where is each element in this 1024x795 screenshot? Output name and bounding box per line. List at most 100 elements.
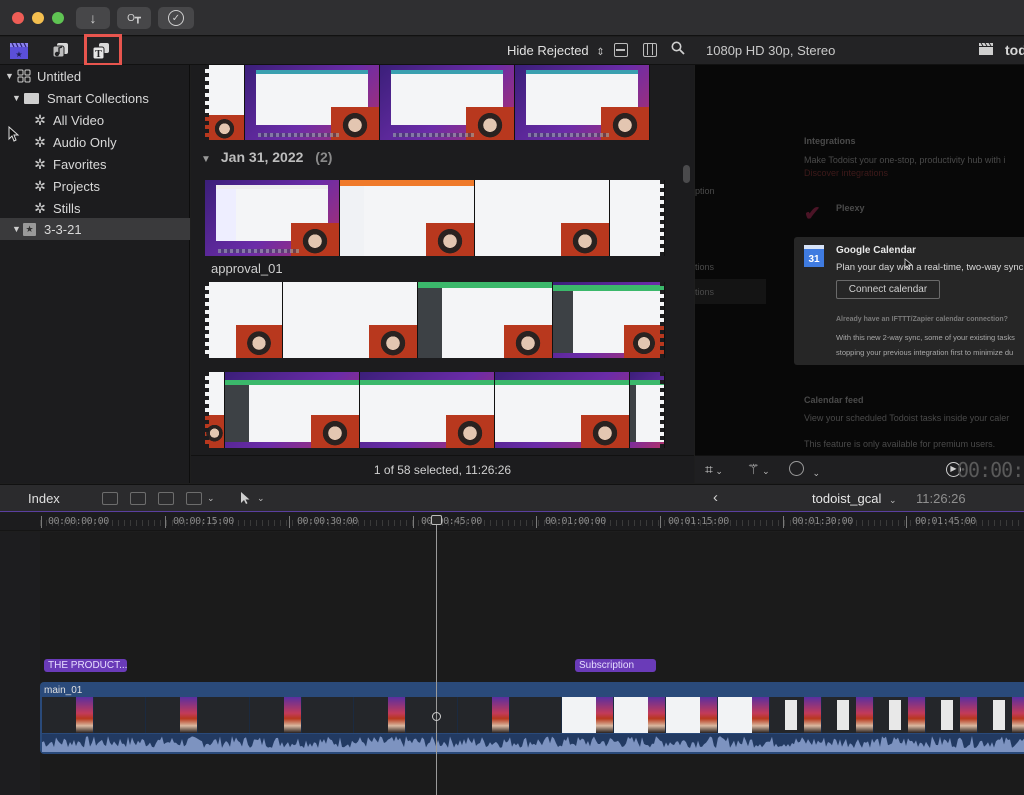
connect-calendar-button[interactable]: Connect calendar <box>836 280 940 299</box>
browser-status-bar: 1 of 58 selected, 11:26:26 <box>191 455 694 483</box>
title-clip[interactable]: THE PRODUCT... <box>44 659 127 672</box>
sidebar-item-stills[interactable]: ✲ Stills <box>0 197 190 219</box>
camera-overlay <box>647 697 665 733</box>
timeline-ruler[interactable]: 00:00:00:00 00:00:15:00 00:00:30:00 00:0… <box>0 513 1024 531</box>
filmstrip-view-button[interactable] <box>643 43 657 57</box>
camera-overlay <box>803 697 821 733</box>
library-name: Untitled <box>37 68 82 84</box>
filmstrip-frame <box>225 372 360 448</box>
up-down-chevron-icon: ⇕ <box>596 47 605 58</box>
timeline-frame <box>42 697 94 733</box>
close-window-button[interactable] <box>12 12 24 24</box>
sync-note-line-1: With this new 2-way sync, some of your e… <box>836 333 1015 342</box>
select-tool-button[interactable] <box>240 491 251 510</box>
playhead-handle[interactable] <box>431 515 442 525</box>
integrations-description: Make Todoist your one-stop, productivity… <box>804 155 1006 165</box>
playhead[interactable] <box>436 515 437 795</box>
ruler-tick <box>906 516 907 528</box>
chevron-down-icon[interactable]: ⌄ <box>257 493 265 504</box>
timeline-frame <box>510 697 562 733</box>
camera-overlay <box>491 697 509 733</box>
date-group-header[interactable]: ▼ Jan 31, 2022 (2) <box>201 149 332 165</box>
search-button[interactable] <box>671 41 685 59</box>
overwrite-clip-button[interactable] <box>186 492 202 505</box>
minimize-window-button[interactable] <box>32 12 44 24</box>
timeline-history-back-button[interactable]: ‹ <box>713 489 718 506</box>
timeline-frame <box>562 697 614 733</box>
filmstrip-frame <box>340 180 475 256</box>
browser-scrollbar[interactable] <box>683 165 690 183</box>
clip-filmstrip[interactable] <box>205 65 665 140</box>
timeline-frame <box>354 697 406 733</box>
ruler-tick <box>289 516 290 528</box>
sidebar-item-favorites[interactable]: ✲ Favorites <box>0 153 190 175</box>
clip-appearance-button[interactable] <box>614 43 628 57</box>
viewer-controls-bar: ⌗ ⌄ ⚚ ⌄ ⌄ ▶ 00:00:0 <box>695 455 1024 483</box>
timeline-frame <box>94 697 146 733</box>
toolbar: ★ T Hide Rejected ⇕ 1080p HD 30p, Stereo… <box>0 37 1024 65</box>
waveform-path <box>42 736 1024 752</box>
filmstrip-frame <box>475 180 610 256</box>
title-clip[interactable]: Subscription <box>575 659 656 672</box>
date-group-label: Jan 31, 2022 <box>220 149 304 165</box>
clip-filmstrip[interactable] <box>205 372 665 448</box>
connect-clip-button[interactable] <box>102 492 118 505</box>
sidebar-item-projects[interactable]: ✲ Projects <box>0 175 190 197</box>
dialog-overlay <box>837 699 849 731</box>
timeline-frame <box>822 697 874 733</box>
chevron-down-icon[interactable]: ⌄ <box>207 493 215 504</box>
disclosure-triangle-icon: ▼ <box>12 93 21 103</box>
download-arrow-icon: ↓ <box>89 10 97 26</box>
viewer[interactable]: Integrations Make Todoist your one-stop,… <box>695 65 1024 455</box>
timeline[interactable]: THE PRODUCT... Subscription main_01 <box>0 532 1024 795</box>
dialog-overlay <box>785 699 797 731</box>
filmstrip-frame <box>553 282 665 358</box>
background-tasks-button[interactable]: ✓ <box>158 7 194 29</box>
mouse-cursor-icon <box>904 257 914 275</box>
ruler-label: 00:01:15:00 <box>668 516 729 527</box>
collection-label: Stills <box>53 200 81 216</box>
timeline-left-gutter <box>0 532 40 795</box>
libraries-tab[interactable]: ★ <box>8 41 30 61</box>
append-clip-button[interactable] <box>158 492 174 505</box>
photos-audio-tab[interactable] <box>49 41 71 61</box>
filter-popup[interactable]: Hide Rejected ⇕ <box>507 43 605 58</box>
import-media-button[interactable]: ↓ <box>76 7 110 29</box>
photos-music-icon <box>52 43 68 58</box>
calendar-feed-description: View your scheduled Todoist tasks inside… <box>804 413 1010 423</box>
premium-note: This feature is only available for premi… <box>804 439 996 449</box>
timeline-index-button[interactable]: Index <box>28 491 60 506</box>
event-name: 3-3-21 <box>44 221 82 237</box>
ruler-tick <box>783 516 784 528</box>
insert-clip-button[interactable] <box>130 492 146 505</box>
timeline-frame <box>718 697 770 733</box>
event-star-icon: ★ <box>23 222 36 236</box>
zoom-window-button[interactable] <box>52 12 64 24</box>
timeline-frame <box>874 697 926 733</box>
transform-button[interactable]: ⌗ ⌄ <box>705 461 723 478</box>
library-sidebar: ▼ Untitled ▼ Smart Collections ✲ All Vid… <box>0 65 190 483</box>
event-3-3-21[interactable]: ▼ ★ 3-3-21 <box>0 218 190 240</box>
keywords-button[interactable]: O┳ <box>117 7 151 29</box>
viewer-format-label: 1080p HD 30p, Stereo <box>706 43 836 58</box>
clip-filmstrip-approval-01[interactable] <box>205 180 665 256</box>
title-bar: ↓ O┳ ✓ <box>0 0 1024 36</box>
sidebar-item-audio-only[interactable]: ✲ Audio Only <box>0 131 190 153</box>
selection-status: 1 of 58 selected, 11:26:26 <box>373 462 512 477</box>
smart-collections-folder[interactable]: ▼ Smart Collections <box>0 87 190 109</box>
timeline-frame <box>250 697 302 733</box>
library-untitled[interactable]: ▼ Untitled <box>0 65 190 87</box>
key-icon: O┳ <box>127 12 141 24</box>
enhancements-button[interactable]: ⚚ ⌄ <box>747 461 770 478</box>
clip-name: main_01 <box>44 685 83 696</box>
retime-button[interactable]: ⌄ <box>789 461 820 479</box>
smart-collection-gear-icon: ✲ <box>34 133 46 150</box>
sidebar-item-all-video[interactable]: ✲ All Video <box>0 109 190 131</box>
dialog-overlay <box>941 699 953 731</box>
clip-filmstrip[interactable] <box>205 282 665 358</box>
primary-storyline-clip[interactable]: main_01 <box>40 682 1024 754</box>
sync-note-line-2: stopping your previous integration first… <box>836 348 1014 357</box>
ruler-label: 00:01:45:00 <box>915 516 976 527</box>
project-name-menu[interactable]: todoist_gcal ⌄ <box>812 491 897 506</box>
ruler-label: 00:00:00:00 <box>48 516 109 527</box>
